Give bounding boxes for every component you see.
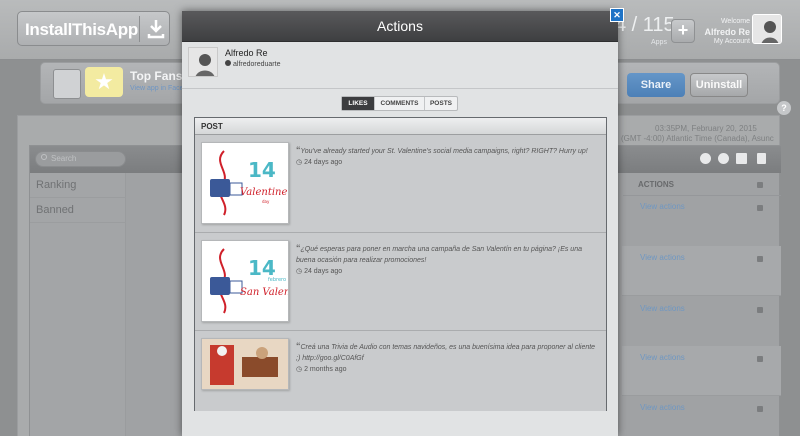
timezone-line: (GMT -4:00) Atlantic Time (Canada), Asun… bbox=[621, 134, 774, 143]
remove-icon[interactable] bbox=[700, 153, 711, 164]
post-time: ◷ 2 months ago bbox=[296, 365, 346, 373]
posts-list: POST 14 Valentine's day “You've already … bbox=[194, 117, 607, 411]
action-tabs: LIKES COMMENTS POSTS bbox=[341, 96, 458, 111]
san-valentin-image: 14 febrero San Valentín bbox=[210, 248, 304, 314]
view-actions-link[interactable]: View actions bbox=[640, 353, 770, 362]
modal-title: Actions bbox=[182, 11, 618, 42]
post-time: ◷ 24 days ago bbox=[296, 158, 342, 166]
post-text: “You've already started your St. Valenti… bbox=[296, 145, 596, 157]
posts-header: POST bbox=[195, 118, 606, 135]
add-app-button[interactable]: + bbox=[671, 19, 695, 43]
export-icon[interactable] bbox=[736, 153, 747, 164]
svg-text:day: day bbox=[262, 199, 270, 204]
post-image[interactable] bbox=[201, 338, 289, 390]
modal-user-avatar-image bbox=[189, 48, 217, 76]
apps-label: Apps bbox=[651, 39, 667, 46]
post-time-text: 24 days ago bbox=[304, 268, 343, 275]
search-input[interactable]: Search bbox=[35, 151, 126, 167]
select-all-checkbox[interactable] bbox=[757, 182, 763, 188]
post-text: “Creá una Trivia de Audio con temas navi… bbox=[296, 341, 596, 364]
post-image[interactable]: 14 Valentine's day bbox=[201, 142, 295, 224]
svg-text:San Valentín: San Valentín bbox=[240, 287, 288, 298]
view-actions-link[interactable]: View actions bbox=[640, 403, 770, 412]
search-icon bbox=[41, 154, 47, 160]
refresh-icon[interactable] bbox=[718, 153, 729, 164]
divider bbox=[182, 88, 618, 89]
user-avatar-image bbox=[753, 15, 781, 43]
list-item: “Creá una Trivia de Audio con temas navi… bbox=[195, 332, 606, 411]
clock-icon: ◷ bbox=[296, 366, 305, 373]
close-icon[interactable]: ✕ bbox=[610, 8, 624, 22]
christmas-photo bbox=[202, 339, 288, 389]
welcome-label: Welcome bbox=[720, 18, 750, 25]
sidebar-item-banned[interactable]: Banned bbox=[30, 198, 126, 223]
search-placeholder: Search bbox=[51, 154, 77, 163]
app-title: Top Fans bbox=[130, 69, 183, 83]
post-time-text: 24 days ago bbox=[304, 159, 343, 166]
avatar bbox=[188, 47, 218, 77]
welcome-block: Welcome Alfredo Re My Account bbox=[704, 17, 750, 47]
view-app-link[interactable]: View app in Faceb bbox=[130, 85, 187, 92]
star-icon: ★ bbox=[85, 67, 123, 97]
row-checkbox[interactable] bbox=[757, 205, 763, 211]
logo-divider bbox=[139, 16, 140, 42]
post-time-text: 2 months ago bbox=[304, 366, 347, 373]
help-icon[interactable]: ? bbox=[777, 101, 791, 115]
date-line: 03:35PM, February 20, 2015 bbox=[655, 124, 757, 133]
valentine-image: 14 Valentine's day bbox=[210, 150, 295, 216]
post-time: ◷ 24 days ago bbox=[296, 267, 342, 275]
handle-text: alfredoreduarte bbox=[233, 61, 281, 68]
post-body: ¿Qué esperas para poner en marcha una ca… bbox=[296, 246, 582, 264]
user-name: Alfredo Re bbox=[704, 27, 750, 37]
logo[interactable]: InstallThisApp bbox=[17, 11, 170, 46]
my-account-link[interactable]: My Account bbox=[704, 37, 750, 47]
row-checkbox[interactable] bbox=[757, 356, 763, 362]
view-actions-link[interactable]: View actions bbox=[640, 253, 770, 262]
table-sidebar: Ranking Banned bbox=[30, 173, 126, 436]
sidebar-item-ranking[interactable]: Ranking bbox=[30, 173, 126, 198]
clock-icon: ◷ bbox=[296, 159, 305, 166]
modal-user-name: Alfredo Re bbox=[225, 48, 268, 58]
avatar[interactable] bbox=[752, 14, 782, 44]
share-button[interactable]: Share bbox=[627, 73, 685, 97]
tab-likes[interactable]: LIKES bbox=[342, 97, 375, 110]
post-image[interactable]: 14 febrero San Valentín bbox=[201, 240, 304, 322]
actions-modal: Actions Alfredo Re alfredoreduarte LIKES… bbox=[182, 11, 618, 436]
row-checkbox[interactable] bbox=[757, 256, 763, 262]
svg-text:Valentine's: Valentine's bbox=[240, 187, 288, 198]
svg-text:febrero: febrero bbox=[268, 277, 286, 283]
list-item: 14 Valentine's day “You've already start… bbox=[195, 136, 606, 233]
download-icon bbox=[147, 20, 165, 39]
facebook-icon bbox=[225, 60, 231, 66]
view-actions-link[interactable]: View actions bbox=[640, 202, 770, 211]
view-actions-link[interactable]: View actions bbox=[640, 304, 770, 313]
tab-posts[interactable]: POSTS bbox=[425, 97, 457, 110]
modal-user-handle: alfredoreduarte bbox=[225, 60, 280, 68]
clock-icon: ◷ bbox=[296, 268, 305, 275]
post-body: You've already started your St. Valentin… bbox=[300, 148, 588, 155]
app-thumbnail bbox=[53, 69, 81, 99]
post-text: “¿Qué esperas para poner en marcha una c… bbox=[296, 243, 596, 266]
row-checkbox[interactable] bbox=[757, 307, 763, 313]
list-item: 14 febrero San Valentín “¿Qué esperas pa… bbox=[195, 234, 606, 331]
logo-text: InstallThisApp bbox=[25, 20, 138, 39]
uninstall-button[interactable]: Uninstall bbox=[690, 73, 748, 97]
tab-comments[interactable]: COMMENTS bbox=[375, 97, 425, 110]
row-checkbox[interactable] bbox=[757, 406, 763, 412]
post-body: Creá una Trivia de Audio con temas navid… bbox=[296, 344, 596, 362]
download-file-icon[interactable] bbox=[757, 153, 766, 164]
svg-text:14: 14 bbox=[248, 158, 276, 182]
